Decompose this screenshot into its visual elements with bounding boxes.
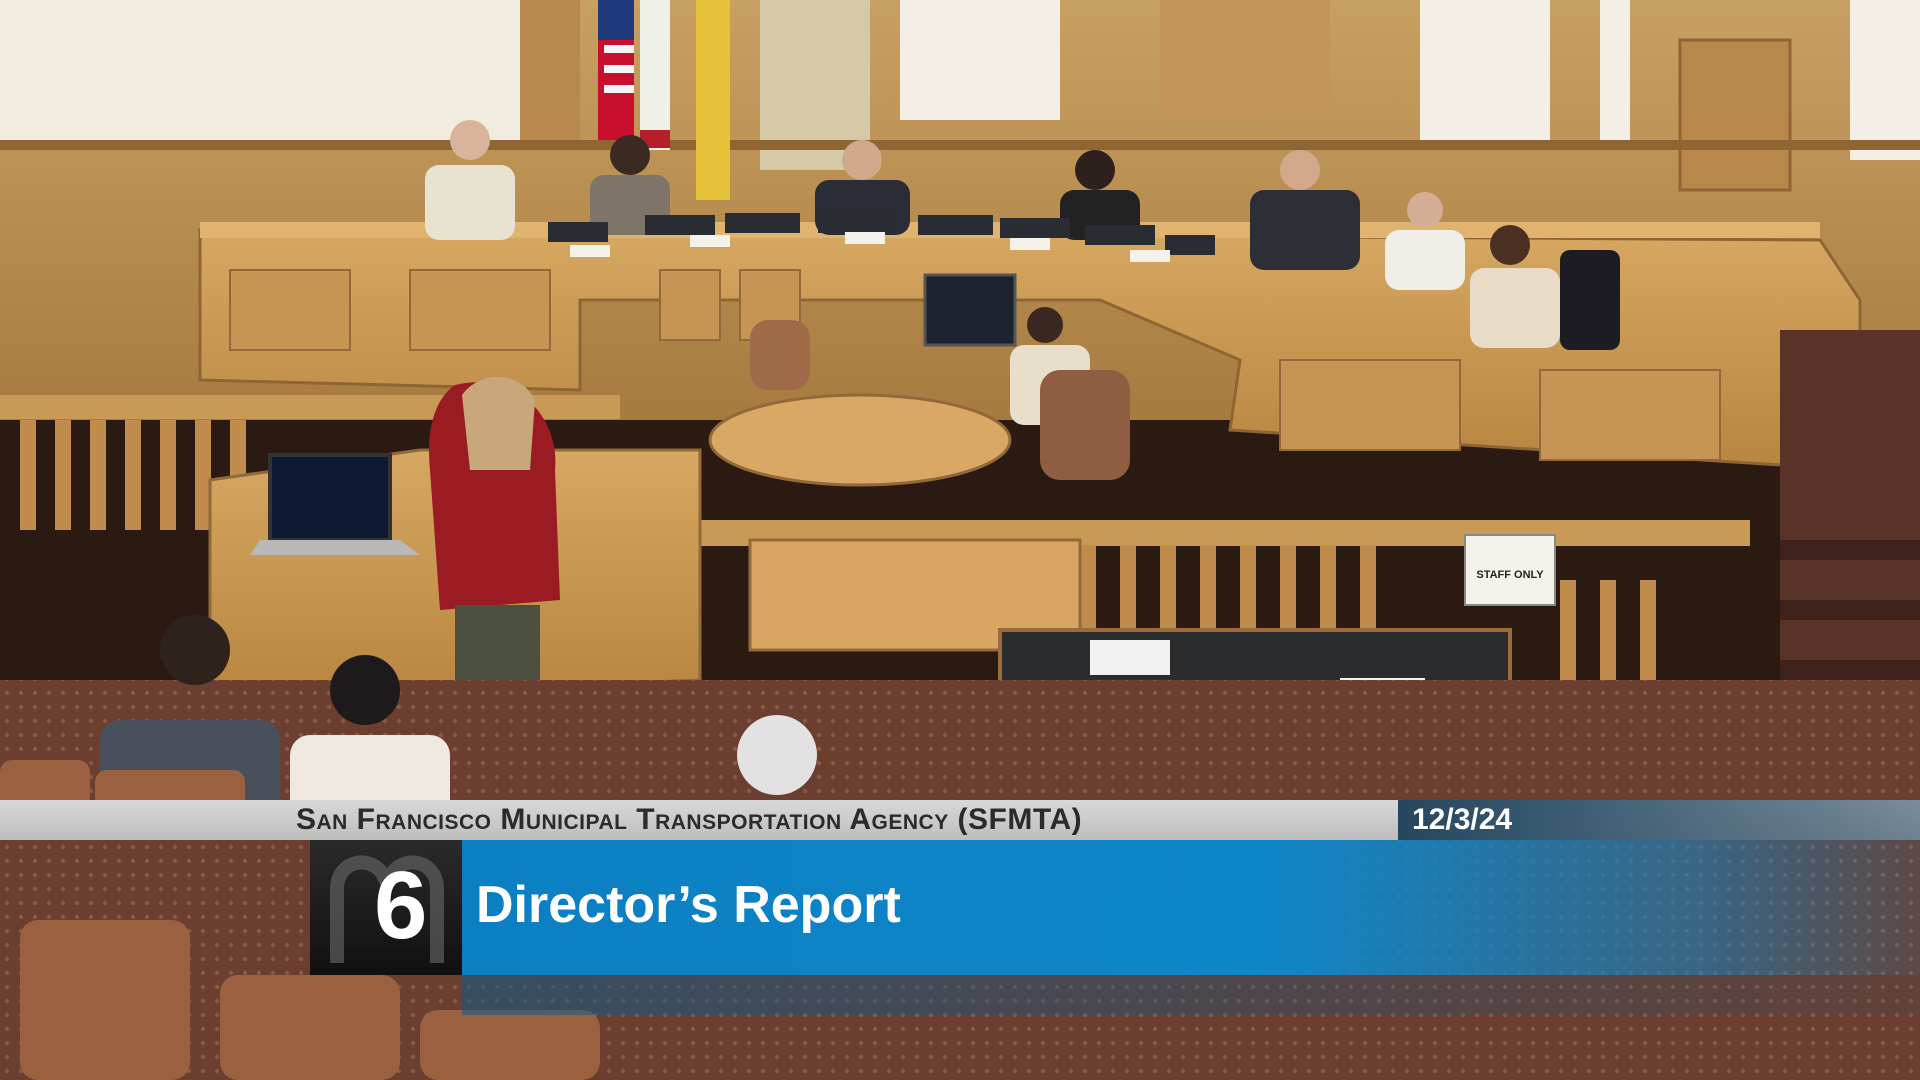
agenda-item-number: 6 <box>374 852 428 959</box>
audience-member <box>737 715 817 795</box>
meeting-date: 12/3/24 <box>1412 803 1513 836</box>
laptop <box>268 453 392 542</box>
agenda-title-shadow <box>462 975 1920 1015</box>
city-flag <box>696 0 730 200</box>
video-frame: STAFF ONLY San Francisco Municipal Trans… <box>0 0 1920 1080</box>
clerk-table <box>708 393 1012 487</box>
chair <box>1040 370 1130 480</box>
california-flag <box>640 0 670 150</box>
chair <box>750 320 810 390</box>
agency-name: San Francisco Municipal Transportation A… <box>296 803 1083 836</box>
clerk-monitor <box>923 273 1017 347</box>
agenda-item-title: Director’s Report <box>476 876 901 934</box>
staff-only-sign-label: STAFF ONLY <box>1476 569 1544 581</box>
wall-screen <box>0 0 520 140</box>
